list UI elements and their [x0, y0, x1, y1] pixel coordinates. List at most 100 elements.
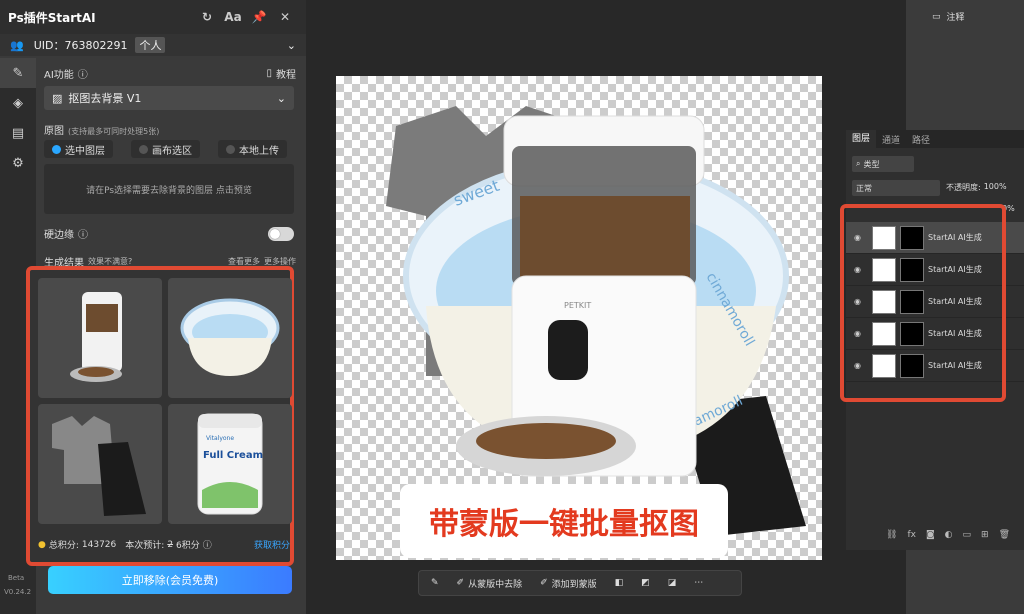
hard-edge-row: 硬边缘 ⓘ [44, 226, 294, 241]
info-icon[interactable]: ⓘ [203, 538, 212, 551]
source-option-label: 选中图层 [65, 145, 105, 157]
feeder-kibble [520, 196, 690, 282]
add-mask-icon[interactable]: ◙ [926, 530, 935, 540]
tab-channels[interactable]: 通道 [876, 133, 906, 146]
get-points-link[interactable]: 获取积分 [254, 538, 290, 551]
trash-icon[interactable]: 🗑 [999, 530, 1010, 540]
pin-icon[interactable]: 📌 [246, 10, 272, 24]
function-select[interactable]: ▨ 抠图去背景 V1 ⌄ [44, 86, 294, 110]
fx-icon[interactable]: fx [907, 530, 916, 540]
feeder-bowl-food [476, 423, 616, 459]
clothes-thumb-art [52, 416, 146, 516]
ai-function-label: AI功能 [44, 70, 74, 81]
radio-icon [139, 144, 148, 154]
chevron-down-icon: ⌄ [276, 91, 286, 105]
bowl-thumb-art [180, 298, 280, 376]
font-size-icon[interactable]: Aa [220, 10, 246, 24]
function-selected: 抠图去背景 V1 [68, 92, 142, 105]
source-option-label: 画布选区 [152, 145, 192, 157]
clipboard-icon[interactable]: ▤ [0, 118, 36, 148]
hard-edge-label: 硬边缘 [44, 230, 74, 241]
startai-plugin-panel: Ps插件StartAI ↻ Aa 📌 ✕ 👥 UID： 763802291 个人… [0, 0, 306, 614]
opacity-label: 不透明度: [946, 183, 981, 192]
tab-paths[interactable]: 路径 [906, 133, 936, 146]
source-option-label: 本地上传 [239, 145, 279, 157]
book-icon: ▯ [266, 68, 272, 79]
uid-bar[interactable]: 👥 UID： 763802291 个人 ⌄ [0, 34, 306, 56]
radio-checked-icon [52, 144, 61, 154]
preview-placeholder[interactable]: 请在Ps选择需要去除背景的图层 点击预览 [44, 164, 294, 214]
tutorial-link[interactable]: 教程 [276, 66, 296, 81]
radio-icon [226, 144, 235, 154]
results-grid: Vitalyone Full Cream ● 总积分: 143726 本次预计:… [26, 266, 294, 566]
coin-icon: ● [38, 539, 46, 550]
add-to-mask-button[interactable]: ✐ 添加到蒙版 [534, 574, 603, 592]
layers-icon[interactable]: ◈ [0, 88, 36, 118]
plugin-titlebar: Ps插件StartAI ↻ Aa 📌 ✕ [0, 0, 306, 34]
info-icon[interactable]: ⓘ [78, 66, 88, 81]
refresh-icon[interactable]: ↻ [194, 10, 220, 24]
mask-apply-icon[interactable]: ◪ [662, 574, 683, 592]
chevron-down-icon[interactable]: ⌄ [287, 39, 296, 52]
close-icon[interactable]: ✕ [272, 10, 298, 24]
feeder-thumb-art [70, 292, 122, 382]
layers-highlight-box [840, 204, 1006, 402]
batch-matting-banner: 带蒙版一键批量抠图 [400, 484, 728, 558]
mask-invert-icon[interactable]: ◧ [609, 574, 630, 592]
users-icon: 👥 [10, 38, 24, 52]
new-layer-icon[interactable]: ⊞ [981, 530, 989, 540]
hard-edge-toggle[interactable] [268, 226, 294, 241]
layer-kind-filter[interactable]: ⌕ 类型 [852, 156, 914, 172]
add-to-mask-label: 添加到蒙版 [551, 579, 597, 590]
estimate-label: 本次预计: [125, 541, 165, 551]
beta-label: Beta [8, 574, 25, 582]
folder-icon[interactable]: ▭ [963, 530, 972, 540]
uid-value: 763802291 [64, 38, 128, 52]
brush-plus-icon: ✐ [540, 578, 548, 588]
brush-minus-icon: ✐ [456, 578, 465, 588]
adjustment-icon[interactable]: ◐ [945, 530, 953, 540]
remove-from-mask-label: 从蒙版中去除 [468, 579, 523, 590]
result-thumb-clothes[interactable] [38, 404, 162, 524]
matting-icon: ▨ [52, 91, 63, 105]
source-label: 原图 [44, 126, 64, 137]
source-option-canvas-selection[interactable]: 画布选区 [131, 140, 200, 158]
estimate-new-value: 6积分 [176, 541, 200, 551]
source-option-selected-layer[interactable]: 选中图层 [44, 140, 113, 158]
blend-mode-select[interactable]: 正常 [852, 180, 940, 196]
tab-layers[interactable]: 图层 [846, 130, 877, 148]
remove-now-button[interactable]: 立即移除(会员免费) [48, 566, 292, 594]
version-label: V0.24.2 [4, 588, 32, 596]
ai-function-row: AI功能 ⓘ ▯ 教程 [44, 66, 296, 81]
result-thumb-milk[interactable]: Vitalyone Full Cream [168, 404, 292, 524]
mask-refine-icon[interactable]: ◩ [635, 574, 656, 592]
source-header: 原图 (支持最多可同时处理5张) [44, 122, 159, 137]
account-type-badge: 个人 [135, 37, 166, 53]
kind-filter-label: 类型 [863, 159, 880, 169]
edit-icon[interactable]: ✎ [0, 58, 36, 88]
layers-footer: ⛓ fx ◙ ◐ ▭ ⊞ 🗑 [886, 530, 1010, 540]
info-icon[interactable]: ⓘ [78, 226, 88, 241]
layers-tabs: 图层 通道 路径 [846, 130, 1024, 148]
opacity-control[interactable]: 不透明度: 100% [946, 182, 1007, 193]
brush-icon[interactable]: ✎ [425, 574, 445, 592]
remove-from-mask-button[interactable]: ✐ 从蒙版中去除 [451, 574, 529, 592]
total-points-value: 143726 [81, 539, 117, 550]
comment-icon: ▭ [932, 11, 941, 22]
opacity-value: 100% [983, 182, 1007, 191]
source-option-local-upload[interactable]: 本地上传 [218, 140, 287, 158]
link-icon[interactable]: ⛓ [886, 530, 897, 540]
result-thumb-feeder[interactable] [38, 278, 162, 398]
notes-label: 注释 [946, 13, 965, 23]
result-thumb-bowl[interactable] [168, 278, 292, 398]
milk-brand: Full Cream [203, 450, 263, 461]
source-options: 选中图层 画布选区 本地上传 [44, 140, 287, 158]
milk-thumb-art: Vitalyone Full Cream [197, 413, 263, 515]
notes-item[interactable]: ▭ 注释 [932, 10, 965, 24]
mask-context-bar: ✎ ✐ 从蒙版中去除 ✐ 添加到蒙版 ◧ ◩ ◪ ⋯ [418, 570, 742, 596]
points-row: ● 总积分: 143726 本次预计: 2 6积分 ⓘ 获取积分 [38, 538, 290, 552]
gear-icon[interactable]: ⚙ [0, 148, 36, 178]
more-options-icon[interactable]: ⋯ [688, 574, 709, 592]
source-hint: (支持最多可同时处理5张) [68, 127, 160, 136]
search-icon: ⌕ [856, 159, 861, 168]
